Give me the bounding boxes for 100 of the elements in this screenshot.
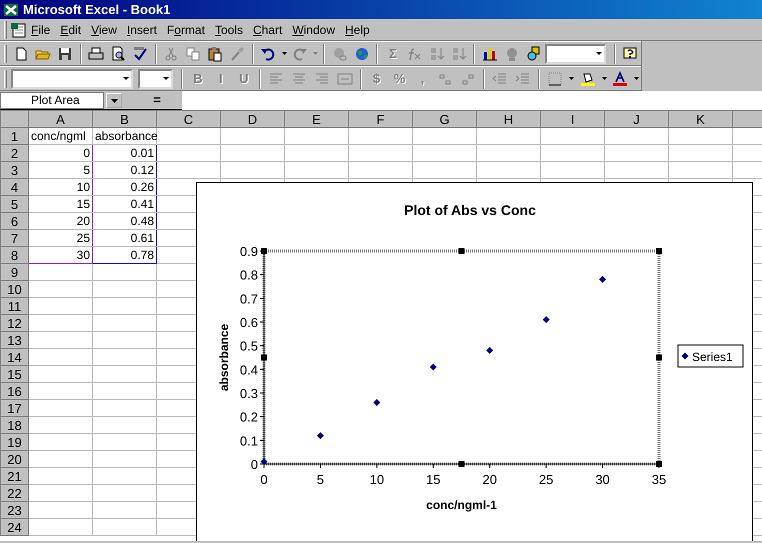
table-cell: 0.48 bbox=[92, 212, 156, 230]
table-cell: 0.78 bbox=[92, 246, 156, 264]
column-header[interactable]: A bbox=[28, 110, 92, 128]
menu-item[interactable]: View bbox=[86, 20, 122, 38]
dropdown-arrow-icon bbox=[110, 96, 118, 105]
row-header[interactable]: 22 bbox=[0, 484, 28, 502]
plot-area[interactable] bbox=[262, 250, 660, 466]
align-center-icon bbox=[290, 70, 307, 86]
row-header[interactable]: 4 bbox=[0, 178, 28, 196]
y-tick-label: 0.4 bbox=[240, 362, 258, 378]
row-header[interactable]: 20 bbox=[0, 450, 28, 468]
column-header[interactable]: E bbox=[284, 110, 348, 128]
column-header[interactable]: C bbox=[156, 110, 220, 128]
dropdown-arrow-icon bbox=[123, 77, 130, 80]
legend-marker-icon bbox=[682, 352, 688, 360]
borders-icon bbox=[547, 70, 564, 86]
caret-icon bbox=[634, 77, 640, 80]
menu-item[interactable]: File bbox=[26, 20, 56, 38]
legend-box bbox=[678, 344, 744, 368]
function-icon bbox=[406, 46, 423, 62]
menu-item[interactable]: Help bbox=[340, 20, 375, 38]
row-header[interactable]: 6 bbox=[0, 212, 28, 230]
table-cell: 0.61 bbox=[92, 230, 156, 246]
selection-handle[interactable] bbox=[656, 354, 662, 360]
x-tick-label: 5 bbox=[316, 472, 324, 487]
table-cell: 30 bbox=[28, 246, 92, 264]
table-cell: conc/ngml bbox=[28, 128, 92, 144]
y-tick-label: 0.2 bbox=[240, 410, 258, 425]
row-header[interactable]: 8 bbox=[0, 246, 28, 264]
hyperlink-globe-icon bbox=[332, 46, 348, 62]
row-header[interactable]: 1 bbox=[0, 128, 28, 144]
row-header[interactable]: 2 bbox=[0, 144, 28, 162]
merge-center-icon bbox=[336, 70, 353, 86]
y-tick-label: 0.9 bbox=[240, 244, 258, 259]
x-tick-label: 15 bbox=[426, 472, 441, 487]
column-header[interactable]: H bbox=[476, 110, 540, 128]
x-tick-label: 25 bbox=[538, 472, 554, 487]
row-header[interactable]: 16 bbox=[0, 382, 28, 400]
row-header[interactable]: 18 bbox=[0, 416, 28, 434]
caret-icon bbox=[602, 77, 607, 80]
table-cell: 10 bbox=[28, 178, 92, 196]
table-cell: 0.12 bbox=[92, 162, 156, 178]
row-header[interactable]: 5 bbox=[0, 196, 28, 212]
row-header[interactable]: 7 bbox=[0, 230, 28, 246]
row-header[interactable]: 23 bbox=[0, 502, 28, 518]
menu-item[interactable]: Edit bbox=[55, 20, 86, 38]
paintbrush-icon bbox=[229, 46, 246, 62]
table-cell: 0.26 bbox=[92, 178, 156, 196]
row-header[interactable]: 15 bbox=[0, 366, 28, 382]
y-tick-label: 0.3 bbox=[240, 386, 258, 401]
selection-handle[interactable] bbox=[458, 248, 464, 254]
table-cell: 5 bbox=[28, 162, 92, 178]
row-header[interactable]: 3 bbox=[0, 162, 28, 178]
scissors-icon bbox=[163, 46, 180, 62]
y-tick-label: 0.1 bbox=[240, 433, 258, 448]
increase-indent-icon bbox=[515, 70, 532, 86]
column-header[interactable]: D bbox=[220, 110, 284, 128]
menu-item[interactable]: Format bbox=[162, 20, 210, 38]
copy-icon bbox=[185, 46, 202, 62]
selection-handle[interactable] bbox=[656, 248, 662, 254]
y-axis-title: absorbance bbox=[217, 324, 231, 392]
workbook-icon[interactable] bbox=[10, 22, 26, 38]
row-header[interactable]: 14 bbox=[0, 348, 28, 366]
decrease-indent-icon bbox=[492, 70, 508, 86]
spelling-check-icon bbox=[132, 46, 148, 62]
x-tick-label: 20 bbox=[482, 472, 497, 487]
menu-item[interactable]: Chart bbox=[248, 20, 288, 38]
row-header[interactable]: 10 bbox=[0, 280, 28, 298]
caret-icon bbox=[282, 52, 287, 55]
row-header[interactable]: 19 bbox=[0, 434, 28, 450]
menu-item[interactable]: Tools bbox=[210, 20, 248, 38]
row-header[interactable]: 9 bbox=[0, 264, 28, 280]
align-right-icon bbox=[314, 70, 330, 86]
y-tick-label: 0.5 bbox=[240, 338, 258, 354]
x-tick-label: 0 bbox=[260, 472, 268, 487]
row-header[interactable]: 21 bbox=[0, 468, 28, 484]
row-header[interactable]: 12 bbox=[0, 314, 28, 332]
row-header[interactable]: 11 bbox=[0, 298, 28, 314]
name-box-dropdown-button[interactable] bbox=[106, 93, 122, 108]
name-box[interactable]: Plot Area bbox=[0, 92, 104, 108]
column-header[interactable]: J bbox=[604, 110, 668, 128]
column-header[interactable]: K bbox=[668, 110, 732, 128]
formula-input-field[interactable] bbox=[182, 90, 762, 110]
y-tick-label: 0.7 bbox=[240, 291, 258, 306]
row-header[interactable]: 17 bbox=[0, 400, 28, 416]
excel-logo-icon bbox=[3, 2, 19, 18]
column-header[interactable]: B bbox=[92, 110, 156, 128]
row-header[interactable]: 13 bbox=[0, 332, 28, 348]
column-header[interactable]: G bbox=[412, 110, 476, 128]
undo-icon bbox=[260, 46, 276, 62]
column-header[interactable]: F bbox=[348, 110, 412, 128]
table-cell: 0.01 bbox=[92, 144, 156, 162]
menu-item[interactable]: Window bbox=[287, 20, 340, 38]
row-header[interactable]: 24 bbox=[0, 518, 28, 536]
legend-label: Series1 bbox=[692, 350, 733, 364]
menu-item[interactable]: Insert bbox=[122, 20, 162, 38]
equals-sign: = bbox=[152, 91, 162, 110]
column-header[interactable]: I bbox=[540, 110, 604, 128]
y-tick-label: 0.8 bbox=[240, 268, 258, 283]
x-axis-title: conc/ngml-1 bbox=[426, 498, 497, 512]
